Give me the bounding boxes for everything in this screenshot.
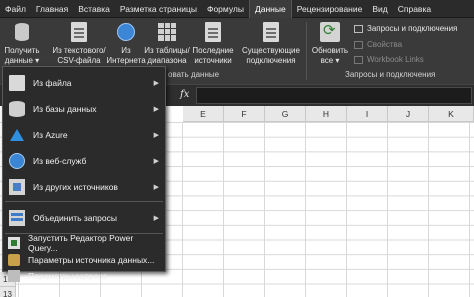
from-text-csv-button[interactable]: Из текстового/ CSV-файла: [50, 20, 108, 66]
column-header-f[interactable]: F: [224, 106, 265, 122]
menu-item-label: Из базы данных: [33, 104, 97, 114]
web-services-icon: [9, 153, 25, 169]
from-table-range-button[interactable]: Из таблицы/ диапазона: [143, 20, 191, 66]
refresh-label-2: все ▾: [320, 56, 340, 65]
recent-label-1: Последние: [192, 46, 234, 55]
existing-connections-button[interactable]: Существующие подключения: [240, 20, 302, 66]
menu-item-data-source-settings[interactable]: Параметры источника данных...: [3, 252, 165, 268]
workbook-links-icon: [354, 55, 363, 64]
text-file-icon: [69, 20, 89, 44]
menu-item-from-azure[interactable]: Из Azure ▶: [3, 122, 165, 148]
get-data-button[interactable]: Получить данные ▾: [2, 20, 42, 66]
tab-help[interactable]: Справка: [393, 0, 436, 18]
menu-item-label: Параметры запроса: [28, 271, 108, 281]
data-source-settings-icon: [8, 254, 20, 266]
column-header-h[interactable]: H: [306, 106, 347, 122]
azure-icon: [9, 127, 25, 143]
menu-item-label: Из других источников: [33, 182, 118, 192]
menu-item-from-database[interactable]: Из базы данных ▶: [3, 96, 165, 122]
menu-item-label: Объединить запросы: [33, 213, 117, 223]
from-table-label-2: диапазона: [147, 56, 187, 65]
get-data-label-1: Получить: [4, 46, 40, 55]
tab-home[interactable]: Главная: [31, 0, 73, 18]
database-icon: [12, 20, 32, 44]
menu-item-combine-queries[interactable]: Объединить запросы ▶: [3, 205, 165, 231]
menu-item-from-file[interactable]: Из файла ▶: [3, 70, 165, 96]
queries-connections-icon: [354, 24, 363, 33]
menu-item-query-options[interactable]: Параметры запроса: [3, 269, 165, 283]
menu-item-label: Параметры источника данных...: [28, 255, 155, 265]
ribbon-separator: [306, 22, 307, 80]
chevron-right-icon: ▶: [153, 184, 159, 191]
from-text-label-1: Из текстового/: [52, 46, 106, 55]
queries-connections-label: Запросы и подключения: [367, 24, 458, 33]
from-web-label-2: Интернета: [106, 56, 146, 65]
fx-icon[interactable]: fx: [180, 89, 189, 100]
menu-item-label: Из файла: [33, 78, 72, 88]
recent-label-2: источники: [194, 56, 232, 65]
file-icon: [9, 75, 25, 91]
from-text-label-2: CSV-файла: [57, 56, 101, 65]
other-sources-icon: [9, 179, 25, 195]
query-options-icon: [8, 270, 20, 282]
tab-view[interactable]: Вид: [367, 0, 392, 18]
queries-connections-button[interactable]: Запросы и подключения: [354, 24, 457, 33]
chevron-right-icon: ▶: [153, 132, 159, 139]
menu-item-label: Из Azure: [33, 130, 68, 140]
tab-file[interactable]: Файл: [0, 0, 31, 18]
menu-separator: [5, 201, 163, 202]
merge-queries-icon: [9, 210, 25, 226]
group-label-get-transform: овать данные: [168, 70, 220, 79]
existing-label-1: Существующие: [242, 46, 300, 55]
get-data-label-2: данные ▾: [4, 56, 40, 65]
properties-label: Свойства: [367, 40, 403, 49]
tab-page-layout[interactable]: Разметка страницы: [115, 0, 202, 18]
workbook-links-label: Workbook Links: [367, 55, 424, 64]
tab-review[interactable]: Рецензирование: [292, 0, 368, 18]
chevron-right-icon: ▶: [153, 158, 159, 165]
properties-button[interactable]: Свойства: [354, 40, 402, 49]
formula-input[interactable]: [196, 87, 472, 104]
refresh-label-1: Обновить: [311, 46, 349, 55]
recent-sources-icon: [203, 20, 223, 44]
get-data-menu: Из файла ▶ Из базы данных ▶ Из Azure ▶ И…: [2, 66, 166, 282]
chevron-right-icon: ▶: [153, 215, 159, 222]
refresh-all-button[interactable]: Обновить все ▾: [310, 20, 350, 66]
web-icon: [116, 20, 136, 44]
table-icon: [157, 20, 177, 44]
menu-item-label: Запустить Редактор Power Query...: [27, 233, 134, 253]
from-web-button[interactable]: Из Интернета: [106, 20, 146, 66]
tab-data[interactable]: Данные: [248, 0, 292, 18]
column-header-k[interactable]: K: [429, 106, 474, 122]
workbook-links-button[interactable]: Workbook Links: [354, 55, 424, 64]
column-header-i[interactable]: I: [347, 106, 388, 122]
group-label-queries: Запросы и подключения: [345, 70, 436, 79]
chevron-right-icon: ▶: [153, 106, 159, 113]
menu-item-launch-power-query[interactable]: Запустить Редактор Power Query...: [3, 233, 165, 253]
tab-insert[interactable]: Вставка: [73, 0, 115, 18]
ribbon-tabs: Файл Главная Вставка Разметка страницы Ф…: [0, 0, 474, 18]
column-header-j[interactable]: J: [388, 106, 429, 122]
from-table-label-1: Из таблицы/: [144, 46, 190, 55]
menu-item-from-other-sources[interactable]: Из других источников ▶: [3, 174, 165, 200]
database-icon: [9, 101, 25, 117]
chevron-right-icon: ▶: [153, 80, 159, 87]
menu-item-label: Из веб-служб: [33, 156, 87, 166]
power-query-icon: [8, 237, 20, 249]
existing-connections-icon: [261, 20, 281, 44]
column-header-g[interactable]: G: [265, 106, 306, 122]
properties-icon: [354, 40, 363, 49]
recent-sources-button[interactable]: Последние источники: [192, 20, 234, 66]
column-header-e[interactable]: E: [183, 106, 224, 122]
from-web-label-1: Из: [121, 46, 131, 55]
tab-formulas[interactable]: Формулы: [202, 0, 249, 18]
row-header-13[interactable]: 13: [0, 287, 16, 297]
refresh-icon: [320, 20, 340, 44]
existing-label-2: подключения: [246, 56, 296, 65]
menu-item-from-web-services[interactable]: Из веб-служб ▶: [3, 148, 165, 174]
